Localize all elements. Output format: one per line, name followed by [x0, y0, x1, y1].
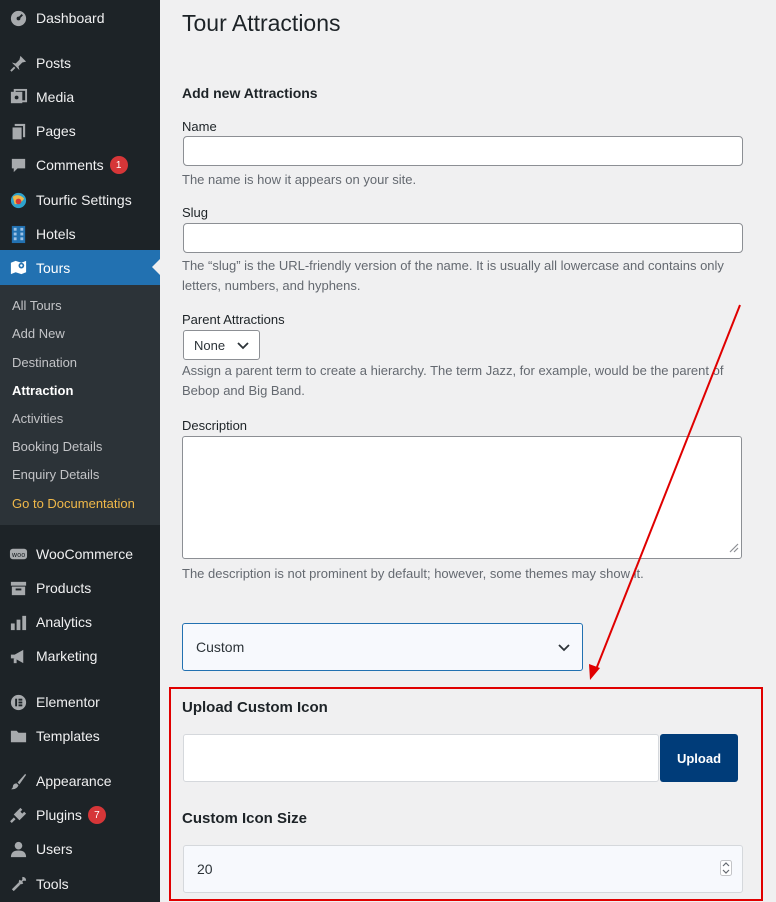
- sidebar-item-appearance[interactable]: Appearance: [0, 764, 160, 798]
- submenu-activities[interactable]: Activities: [12, 411, 63, 426]
- sidebar-item-analytics[interactable]: Analytics: [0, 605, 160, 639]
- parent-help-text-line2: Bebop and Big Band.: [182, 383, 305, 398]
- sidebar-item-label: Comments: [36, 157, 104, 173]
- slug-help-text-line2: letters, numbers, and hyphens.: [182, 278, 361, 293]
- dashboard-icon: [0, 9, 36, 28]
- elementor-icon: [0, 693, 36, 712]
- sidebar-item-pages[interactable]: Pages: [0, 114, 160, 148]
- brush-icon: [0, 772, 36, 791]
- submenu-enquiry-details[interactable]: Enquiry Details: [12, 467, 99, 482]
- sidebar-item-label: Posts: [36, 55, 72, 71]
- bar-chart-icon: [0, 613, 36, 632]
- sidebar-item-label: Tourfic Settings: [36, 192, 132, 208]
- sidebar-item-label: Users: [36, 841, 73, 857]
- sidebar-item-label: Pages: [36, 123, 76, 139]
- sidebar-item-tours[interactable]: Tours: [0, 250, 160, 285]
- sidebar-item-label: Marketing: [36, 648, 98, 664]
- sidebar-item-tourfic-settings[interactable]: Tourfic Settings: [0, 183, 160, 217]
- submenu-add-new[interactable]: Add New: [12, 326, 65, 341]
- sidebar-item-label: Tools: [36, 876, 69, 892]
- parent-select-value: None: [194, 337, 226, 353]
- sidebar-item-label: Elementor: [36, 694, 100, 710]
- resize-handle-icon[interactable]: [727, 541, 739, 556]
- pin-icon: [0, 54, 36, 73]
- chevron-down-icon: [237, 338, 249, 353]
- submenu-all-tours[interactable]: All Tours: [12, 298, 62, 313]
- name-help-text: The name is how it appears on your site.: [182, 172, 417, 187]
- megaphone-icon: [0, 647, 36, 666]
- comments-count-badge: 1: [109, 156, 128, 174]
- media-icon: [0, 88, 36, 107]
- parent-help-text-line1: Assign a parent term to create a hierarc…: [182, 363, 724, 378]
- tourfic-icon: [0, 191, 36, 210]
- sidebar-item-products[interactable]: Products: [0, 571, 160, 605]
- submenu-booking-details[interactable]: Booking Details: [12, 439, 102, 454]
- sidebar-item-woocommerce[interactable]: woo WooCommerce: [0, 537, 160, 571]
- tours-submenu: All Tours Add New Destination Attraction…: [0, 285, 160, 525]
- woo-icon: woo: [0, 545, 36, 564]
- description-textarea[interactable]: [182, 436, 742, 559]
- icon-type-select[interactable]: Custom: [182, 623, 583, 671]
- parent-label: Parent Attractions: [182, 312, 285, 327]
- custom-icon-size-title: Custom Icon Size: [182, 810, 308, 827]
- svg-text:woo: woo: [11, 550, 25, 558]
- sidebar-item-label: Dashboard: [36, 10, 105, 26]
- description-label: Description: [182, 418, 248, 433]
- sidebar-item-hotels[interactable]: Hotels: [0, 217, 160, 251]
- submenu-attraction[interactable]: Attraction: [12, 383, 73, 398]
- name-input[interactable]: [183, 136, 743, 166]
- slug-input[interactable]: [183, 223, 743, 253]
- description-help-text: The description is not prominent by defa…: [182, 566, 644, 581]
- sidebar-item-label: Media: [36, 89, 75, 105]
- users-icon: [0, 840, 36, 859]
- sidebar-item-elementor[interactable]: Elementor: [0, 685, 160, 719]
- name-label: Name: [182, 119, 217, 134]
- main-content: Tour Attractions Add new Attractions Nam…: [160, 0, 776, 902]
- icon-type-select-value: Custom: [196, 639, 245, 655]
- sidebar-item-posts[interactable]: Posts: [0, 46, 160, 80]
- sidebar-item-label: Plugins: [36, 807, 82, 823]
- custom-icon-size-value: 20: [197, 861, 213, 877]
- custom-icon-url-input[interactable]: [183, 734, 659, 782]
- sidebar-item-label: Products: [36, 580, 92, 596]
- number-stepper-icon[interactable]: [720, 859, 732, 879]
- pages-icon: [0, 122, 36, 141]
- sidebar-item-comments[interactable]: Comments 1: [0, 148, 160, 182]
- sidebar-item-tools[interactable]: Tools: [0, 867, 160, 901]
- submenu-destination[interactable]: Destination: [12, 355, 77, 370]
- sidebar-item-label: WooCommerce: [36, 546, 133, 562]
- sidebar-item-label: Templates: [36, 728, 100, 744]
- map-icon: [0, 258, 36, 277]
- chevron-down-icon: [558, 639, 570, 655]
- plugin-icon: [0, 806, 36, 825]
- page-title: Tour Attractions: [182, 10, 341, 36]
- upload-custom-icon-title: Upload Custom Icon: [182, 699, 328, 716]
- folder-icon: [0, 727, 36, 746]
- parent-select[interactable]: None: [183, 330, 260, 360]
- sidebar-item-label: Analytics: [36, 614, 93, 630]
- sidebar-item-dashboard[interactable]: Dashboard: [0, 1, 160, 35]
- plugins-count-badge: 7: [87, 806, 106, 824]
- comment-icon: [0, 156, 36, 175]
- slug-label: Slug: [182, 205, 209, 220]
- sidebar-item-templates[interactable]: Templates: [0, 719, 160, 753]
- wrench-icon: [0, 875, 36, 894]
- sidebar-item-label: Tours: [36, 259, 71, 276]
- submenu-go-to-documentation[interactable]: Go to Documentation: [12, 496, 135, 511]
- admin-sidebar: Dashboard Posts Media Pages Comments 1 T…: [0, 0, 160, 902]
- archive-icon: [0, 579, 36, 598]
- form-title: Add new Attractions: [182, 85, 318, 101]
- sidebar-item-media[interactable]: Media: [0, 80, 160, 114]
- sidebar-item-label: Appearance: [36, 773, 112, 789]
- sidebar-item-users[interactable]: Users: [0, 832, 160, 866]
- building-icon: [0, 225, 36, 244]
- slug-help-text-line1: The “slug” is the URL-friendly version o…: [182, 258, 724, 273]
- upload-button[interactable]: Upload: [660, 734, 738, 782]
- sidebar-item-marketing[interactable]: Marketing: [0, 639, 160, 673]
- sidebar-item-plugins[interactable]: Plugins 7: [0, 798, 160, 832]
- sidebar-item-label: Hotels: [36, 226, 76, 242]
- custom-icon-size-input[interactable]: 20: [183, 845, 743, 893]
